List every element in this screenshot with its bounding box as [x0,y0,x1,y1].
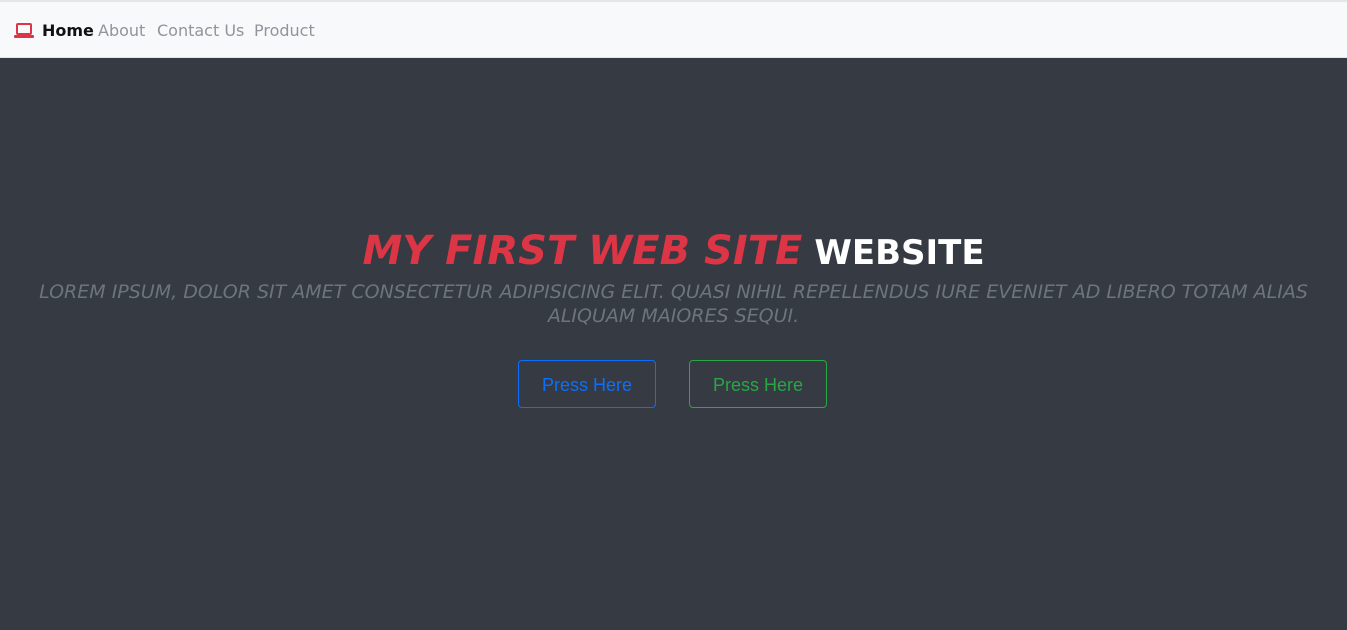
laptop-icon[interactable] [14,22,34,40]
hero-title-main: MY FIRST WEB SITE [362,228,803,274]
nav-link-home[interactable]: Home [42,2,94,58]
nav-link-product[interactable]: Product [254,2,315,58]
hero-title-secondary: WEBSITE [814,233,985,273]
hero-section: MY FIRST WEB SITE WEBSITE LOREM IPSUM, DO… [0,58,1347,630]
nav-link-contact-us[interactable]: Contact Us [157,2,244,58]
press-here-button-primary[interactable]: Press Here [518,360,656,408]
press-here-button-success[interactable]: Press Here [689,360,827,408]
hero-subtitle: LOREM IPSUM, DOLOR SIT AMET CONSECTETUR … [39,281,1308,327]
nav-link-about[interactable]: About [98,2,145,58]
hero-title: MY FIRST WEB SITE WEBSITE [0,221,1347,283]
navbar: Home About Contact Us Product [0,2,1347,58]
